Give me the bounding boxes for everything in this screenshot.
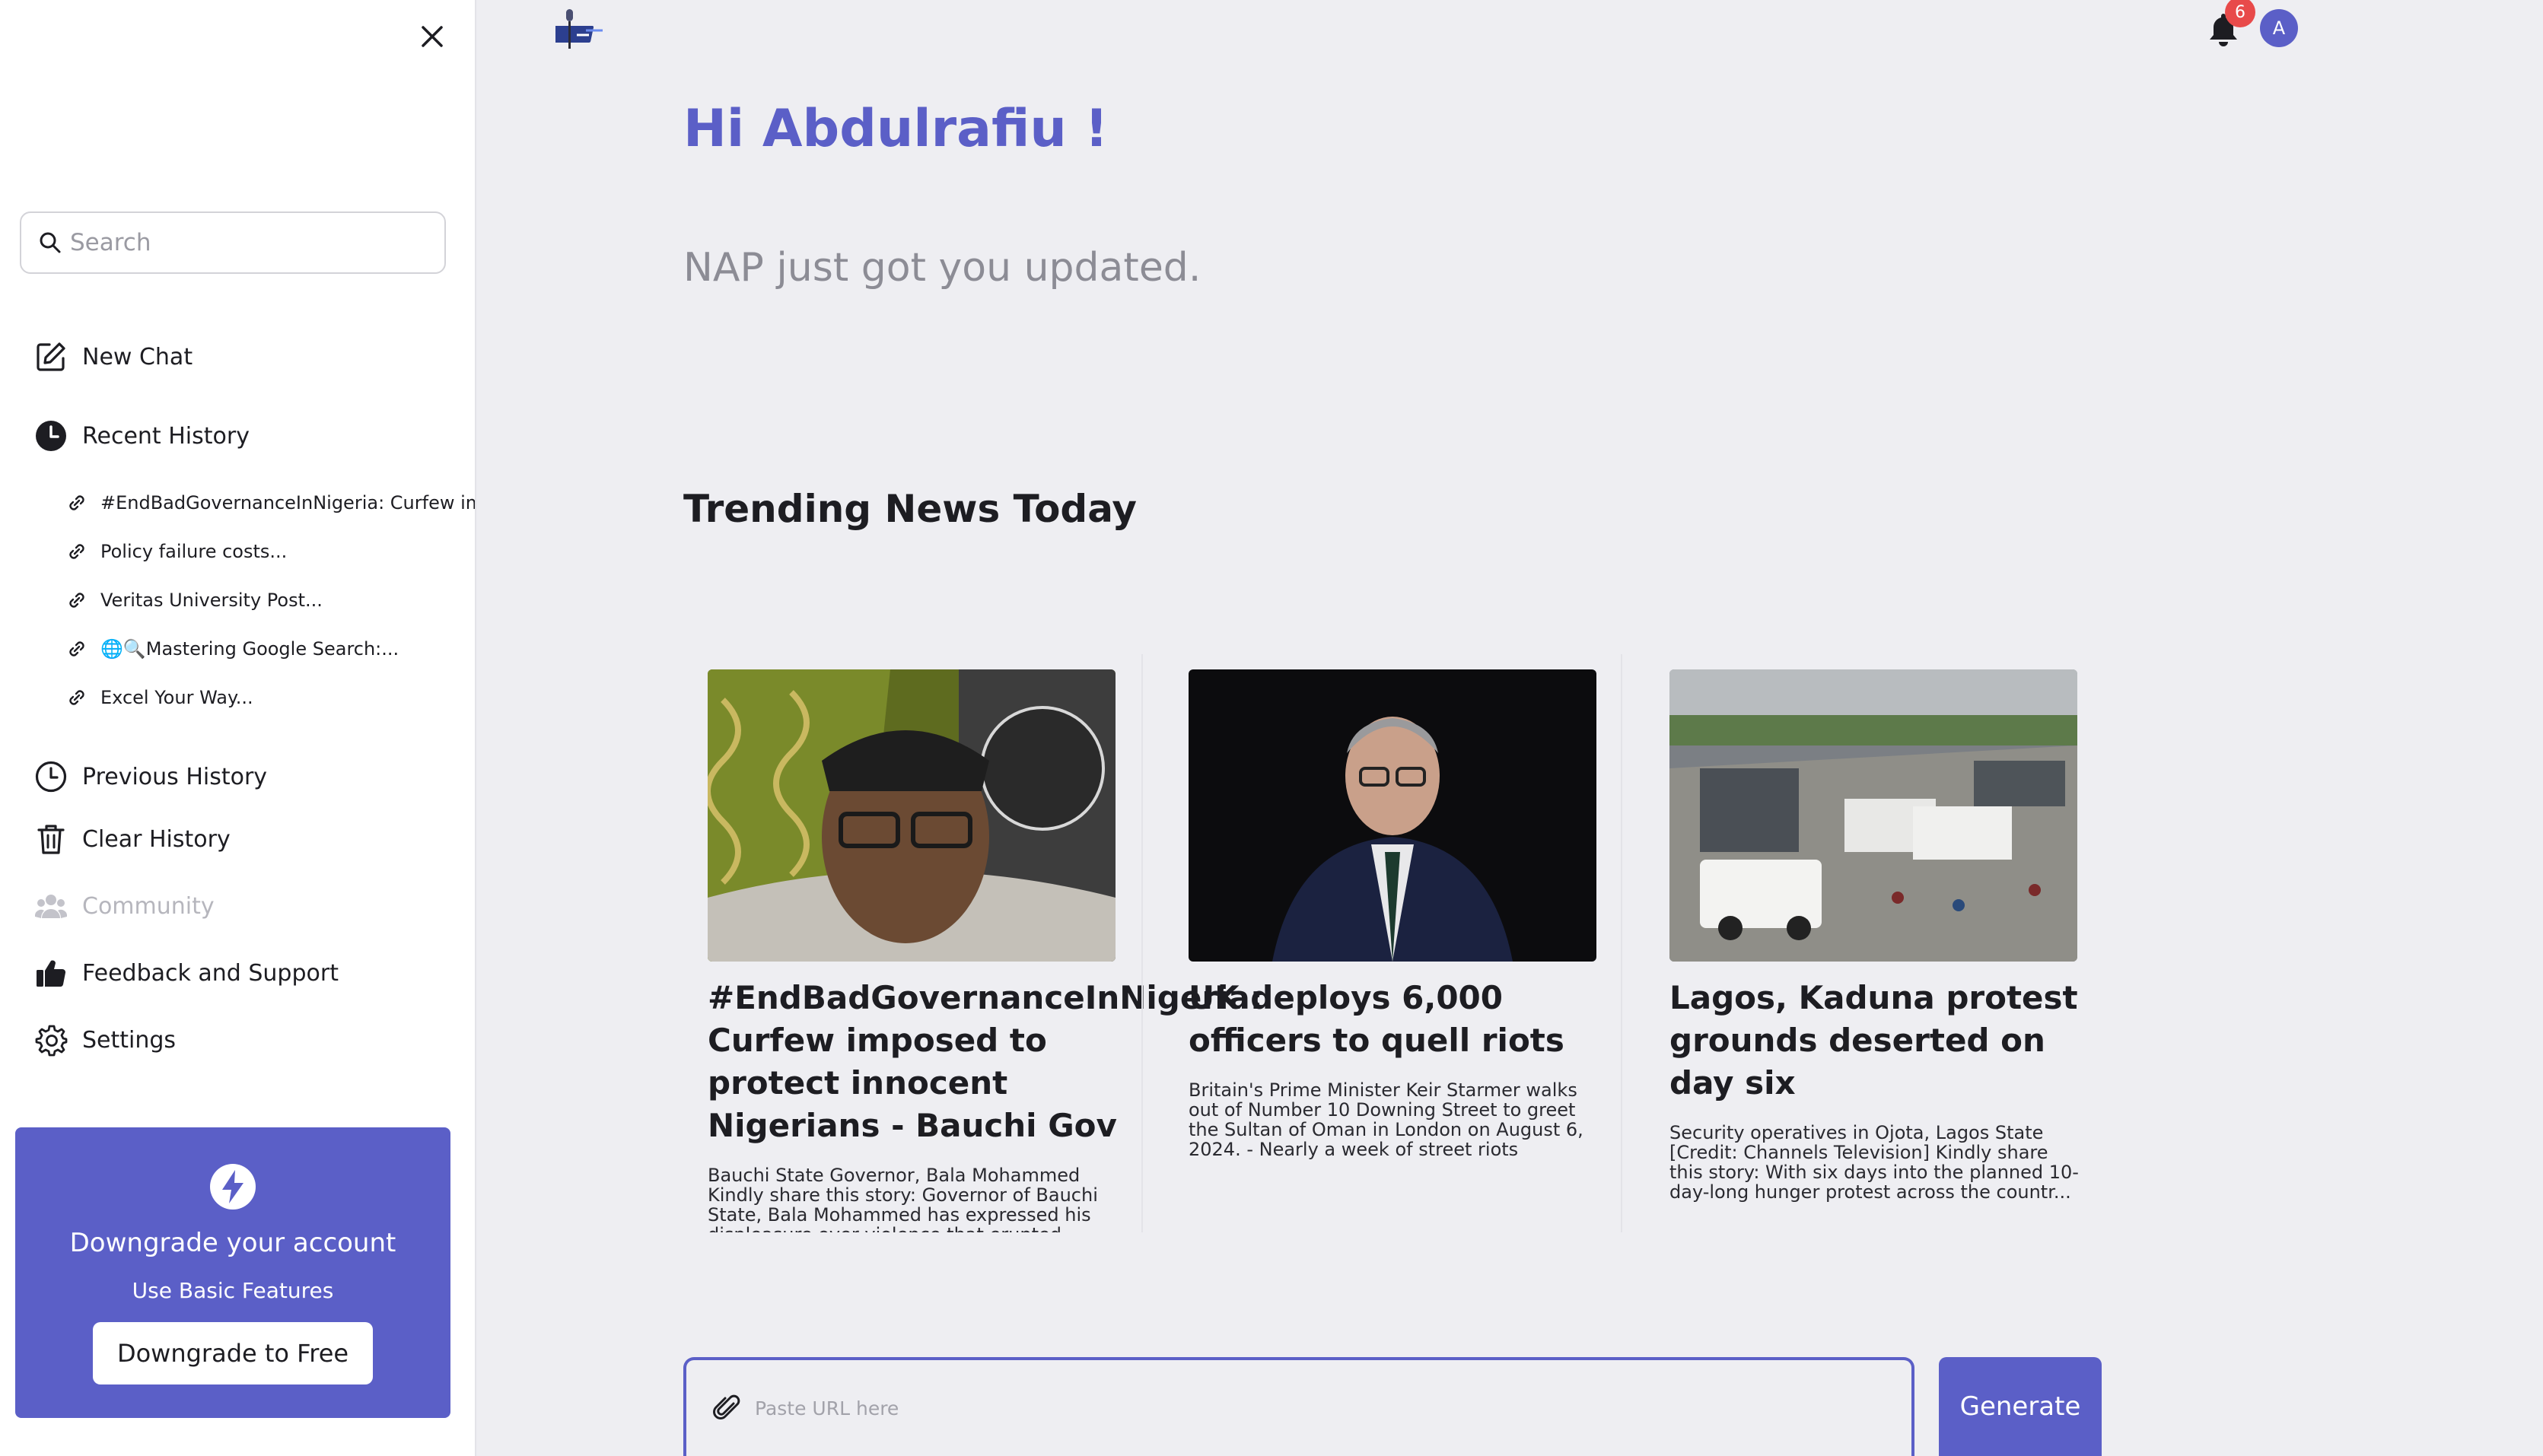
users-icon bbox=[33, 889, 68, 924]
clock-filled-icon bbox=[33, 418, 68, 453]
search-box[interactable] bbox=[20, 211, 446, 274]
url-input[interactable] bbox=[755, 1397, 1820, 1419]
history-item[interactable]: Veritas University Post... bbox=[65, 589, 323, 612]
settings-button[interactable]: Settings bbox=[33, 1022, 176, 1057]
news-card[interactable]: Lagos, Kaduna protest grounds deserted o… bbox=[1660, 654, 2086, 1232]
notification-badge: 6 bbox=[2225, 0, 2255, 27]
greeting-heading: Hi Abdulrafiu ! bbox=[683, 99, 1109, 159]
sidebar: New Chat Recent History #EndBadGovernanc… bbox=[0, 0, 476, 1456]
clear-history-label: Clear History bbox=[82, 825, 231, 853]
new-chat-button[interactable]: New Chat bbox=[33, 339, 193, 374]
close-icon[interactable] bbox=[415, 20, 449, 53]
history-item-label: Excel Your Way... bbox=[100, 687, 253, 708]
new-chat-label: New Chat bbox=[82, 343, 193, 370]
history-item[interactable]: Excel Your Way... bbox=[65, 686, 253, 709]
history-item-label: 🌐🔍Mastering Google Search:... bbox=[100, 638, 399, 660]
link-icon bbox=[69, 690, 84, 705]
history-item[interactable]: 🌐🔍Mastering Google Search:... bbox=[65, 637, 399, 660]
paperclip-icon[interactable] bbox=[712, 1393, 743, 1423]
promo-subtitle: Use Basic Features bbox=[132, 1278, 334, 1303]
lightning-icon bbox=[210, 1164, 256, 1210]
recent-history-label: Recent History bbox=[82, 422, 250, 450]
history-item[interactable]: #EndBadGovernanceInNigeria: Curfew impos… bbox=[65, 491, 475, 514]
link-icon bbox=[69, 593, 84, 608]
news-headline[interactable]: #EndBadGovernanceInNigeria: Curfew impos… bbox=[708, 977, 1263, 1147]
previous-history-label: Previous History bbox=[82, 763, 268, 790]
news-description: Bauchi State Governor, Bala Mohammed Kin… bbox=[708, 1165, 1098, 1232]
clock-icon bbox=[33, 759, 68, 794]
card-divider bbox=[1141, 654, 1143, 1232]
history-item-label: Veritas University Post... bbox=[100, 590, 323, 611]
news-headline[interactable]: UK deploys 6,000 officers to quell riots bbox=[1189, 977, 1599, 1062]
link-icon bbox=[69, 544, 84, 559]
trash-icon bbox=[33, 822, 68, 857]
news-description: Britain's Prime Minister Keir Starmer wa… bbox=[1189, 1080, 1583, 1162]
news-card[interactable]: #EndBadGovernanceInNigeria: Curfew impos… bbox=[699, 654, 1263, 1232]
edit-icon bbox=[33, 339, 68, 374]
link-icon bbox=[69, 641, 84, 656]
link-icon bbox=[69, 495, 84, 510]
generate-button[interactable]: Generate bbox=[1939, 1357, 2102, 1456]
gear-icon bbox=[33, 1022, 68, 1057]
downgrade-button[interactable]: Downgrade to Free bbox=[93, 1322, 373, 1384]
community-button[interactable]: Community bbox=[33, 889, 215, 924]
downgrade-promo-card: Downgrade your account Use Basic Feature… bbox=[15, 1127, 450, 1418]
settings-label: Settings bbox=[82, 1026, 177, 1054]
trending-news-title: Trending News Today bbox=[683, 487, 1138, 531]
feedback-button[interactable]: Feedback and Support bbox=[33, 955, 339, 990]
clear-history-button[interactable]: Clear History bbox=[33, 822, 231, 857]
feedback-label: Feedback and Support bbox=[82, 959, 339, 987]
search-input[interactable] bbox=[70, 229, 428, 256]
nap-logo[interactable] bbox=[555, 6, 610, 52]
news-headline[interactable]: Lagos, Kaduna protest grounds deserted o… bbox=[1669, 977, 2080, 1105]
thumbs-up-icon bbox=[33, 955, 68, 990]
news-image bbox=[708, 669, 1116, 962]
news-image bbox=[1189, 669, 1596, 962]
history-item[interactable]: Policy failure costs... bbox=[65, 540, 287, 563]
news-image bbox=[1669, 669, 2077, 962]
subtitle-text: NAP just got you updated. bbox=[683, 245, 1201, 291]
url-input-box[interactable] bbox=[683, 1357, 1914, 1456]
card-divider bbox=[1621, 654, 1622, 1232]
avatar[interactable]: A bbox=[2260, 9, 2298, 47]
news-description: Security operatives in Ojota, Lagos Stat… bbox=[1669, 1123, 2079, 1203]
recent-history-button[interactable]: Recent History bbox=[33, 418, 250, 453]
community-label: Community bbox=[82, 892, 215, 920]
history-item-label: Policy failure costs... bbox=[100, 541, 288, 562]
promo-title: Downgrade your account bbox=[69, 1228, 396, 1258]
news-card[interactable]: UK deploys 6,000 officers to quell riots… bbox=[1179, 654, 1606, 1232]
previous-history-button[interactable]: Previous History bbox=[33, 759, 267, 794]
search-icon bbox=[40, 232, 61, 253]
history-item-label: #EndBadGovernanceInNigeria: Curfew impos… bbox=[100, 492, 475, 513]
